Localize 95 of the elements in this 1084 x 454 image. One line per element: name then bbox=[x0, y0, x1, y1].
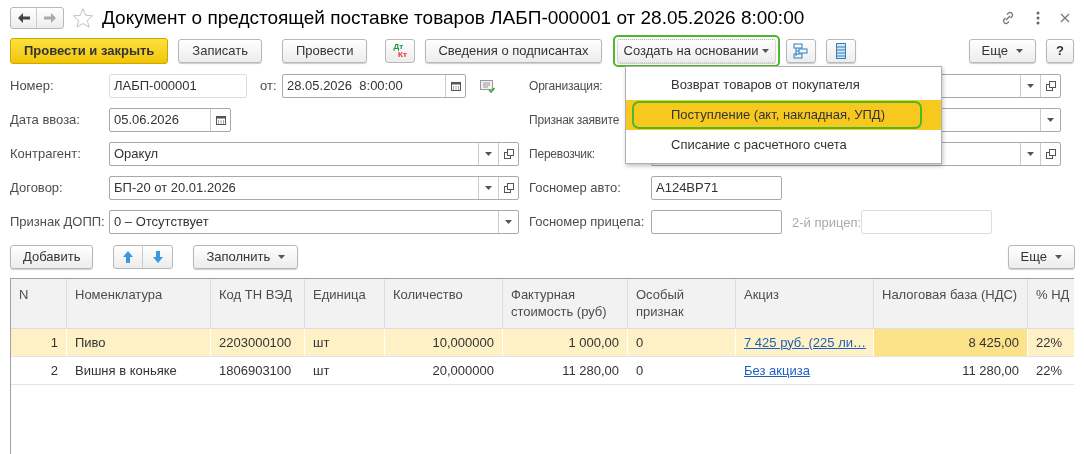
forward-arrow-icon bbox=[44, 13, 56, 23]
post-and-close-button[interactable]: Провести и закрыть bbox=[10, 38, 169, 64]
calendar-icon bbox=[215, 115, 226, 125]
column-header[interactable]: Налоговая база (НДС) bbox=[874, 279, 1028, 328]
caret-icon bbox=[485, 186, 492, 190]
plate-number-field[interactable]: А124ВР71 bbox=[651, 176, 782, 200]
back-arrow-icon bbox=[17, 13, 30, 23]
caret-icon bbox=[1027, 84, 1034, 88]
column-header[interactable]: % НД bbox=[1028, 279, 1074, 328]
select-field[interactable]: 0 – Отсутствует bbox=[109, 210, 519, 234]
down-arrow-icon bbox=[152, 251, 163, 263]
caret-icon bbox=[1047, 118, 1054, 122]
table-cell-text: 1806903100 bbox=[219, 361, 292, 380]
table-more-button[interactable]: Еще bbox=[1007, 245, 1075, 269]
table-cell-text: Вишня в коньяке bbox=[75, 361, 177, 380]
column-header[interactable]: Акциз bbox=[736, 279, 874, 328]
field-label: Госномер прицепа: bbox=[529, 213, 646, 232]
field-label: Признак заявите bbox=[529, 112, 621, 129]
field-label: Контрагент: bbox=[10, 145, 82, 164]
window-title: Документ о предстоящей поставке товаров ЛАБП-000001 от 28.05.2026 8:00:00 bbox=[102, 5, 806, 30]
select-field[interactable]: БП-20 от 20.01.2026 bbox=[109, 176, 519, 200]
field-label: Договор: bbox=[10, 179, 64, 198]
field-label: Признак ДОПП: bbox=[10, 213, 106, 232]
create-based-on-button[interactable]: Создать на основании bbox=[616, 39, 777, 63]
table-cell-text: 1 bbox=[50, 333, 58, 352]
table-cell-text: 1 000,00 bbox=[568, 333, 619, 352]
field-label: Организация: bbox=[529, 78, 604, 95]
field-label: Госномер авто: bbox=[529, 179, 622, 198]
debit-credit-button[interactable]: Дт Кт bbox=[385, 39, 416, 63]
save-button[interactable]: Записать bbox=[178, 39, 262, 63]
import-date-field[interactable]: 05.06.2026 bbox=[109, 108, 231, 132]
caret-icon bbox=[1027, 152, 1034, 156]
field-label: 2-й прицеп: bbox=[792, 215, 862, 230]
table-cell-text: 11 280,00 bbox=[962, 361, 1019, 380]
menu-item[interactable]: Списание с расчетного счета bbox=[632, 131, 922, 159]
table-cell-text: 2203000100 bbox=[219, 333, 292, 352]
date-field[interactable]: 28.05.2026 8:00:00 bbox=[282, 74, 466, 98]
post-button[interactable]: Провести bbox=[281, 39, 368, 63]
field-label: Перевозчик: bbox=[529, 146, 596, 163]
column-header[interactable]: Фактурная стоимость (руб) bbox=[503, 279, 628, 328]
column-header[interactable]: Особый признак bbox=[628, 279, 736, 328]
structure-button[interactable] bbox=[786, 39, 817, 63]
column-header[interactable]: Код ТН ВЭД bbox=[211, 279, 305, 328]
table-cell-text: 22% bbox=[1036, 333, 1063, 352]
trailer-number-field[interactable] bbox=[651, 210, 782, 234]
fill-button[interactable]: Заполнить bbox=[193, 245, 299, 269]
table-cell-text: шт bbox=[313, 361, 330, 380]
calendar-icon bbox=[450, 81, 461, 91]
document-check-icon[interactable] bbox=[480, 79, 495, 93]
table-cell-text: Пиво bbox=[75, 333, 106, 352]
column-header[interactable]: N bbox=[11, 279, 67, 328]
open-window-icon bbox=[503, 149, 514, 159]
excise-link[interactable]: Без акциза bbox=[744, 360, 810, 381]
star-icon[interactable] bbox=[72, 7, 94, 29]
more-vertical-icon[interactable] bbox=[1036, 11, 1040, 25]
open-window-icon bbox=[1045, 81, 1056, 91]
more-button[interactable]: Еще bbox=[968, 39, 1036, 63]
caret-icon bbox=[485, 152, 492, 156]
column-header[interactable]: Количество bbox=[385, 279, 503, 328]
table-cell-text: 2 bbox=[50, 361, 58, 380]
caret-icon bbox=[278, 255, 286, 259]
open-window-icon bbox=[1045, 149, 1056, 159]
table-cell-text: шт bbox=[313, 333, 330, 352]
select-field[interactable]: Оракул bbox=[109, 142, 519, 166]
caret-icon bbox=[1055, 255, 1062, 259]
table-cell-text: 20,000000 bbox=[432, 361, 494, 380]
table-cell-text: 11 280,00 bbox=[562, 361, 619, 380]
caret-icon bbox=[505, 220, 512, 224]
date-label: от: bbox=[260, 77, 278, 96]
table-cell-text: 0 bbox=[636, 361, 644, 380]
list-icon bbox=[836, 43, 847, 59]
link-icon[interactable] bbox=[1000, 10, 1016, 26]
menu-item[interactable]: Возврат товаров от покупателя bbox=[632, 71, 922, 99]
add-button[interactable]: Добавить bbox=[10, 245, 94, 269]
caret-icon bbox=[1016, 49, 1023, 53]
close-icon[interactable] bbox=[1060, 13, 1070, 23]
hierarchy-icon bbox=[793, 43, 810, 59]
table-cell-text: 8 425,00 bbox=[968, 333, 1019, 352]
help-button[interactable]: ? bbox=[1046, 39, 1074, 63]
table-row[interactable]: 1 Пиво 2203000100 шт 10,000000 1 000,00 0 7 425 руб. (225 ли… 8 425,00 22% bbox=[11, 329, 1074, 357]
number-field[interactable]: ЛАБП-000001 bbox=[109, 74, 247, 98]
field-label: Дата ввоза: bbox=[10, 111, 81, 130]
caret-icon bbox=[762, 49, 770, 53]
excise-link[interactable]: 7 425 руб. (225 ли… bbox=[744, 332, 867, 353]
menu-item[interactable]: Поступление (акт, накладная, УПД) bbox=[632, 101, 922, 129]
column-header[interactable]: Номенклатура bbox=[67, 279, 211, 328]
field-label: Номер: bbox=[10, 77, 55, 96]
list-button[interactable] bbox=[826, 39, 857, 63]
column-header[interactable]: Единица bbox=[305, 279, 385, 328]
up-arrow-icon bbox=[123, 251, 134, 263]
table-cell-text: 0 bbox=[636, 333, 644, 352]
signers-button[interactable]: Сведения о подписантах bbox=[425, 39, 602, 63]
table-cell-text: 22% bbox=[1036, 361, 1063, 380]
table-cell-text: 10,000000 bbox=[432, 333, 494, 352]
open-window-icon bbox=[503, 183, 514, 193]
